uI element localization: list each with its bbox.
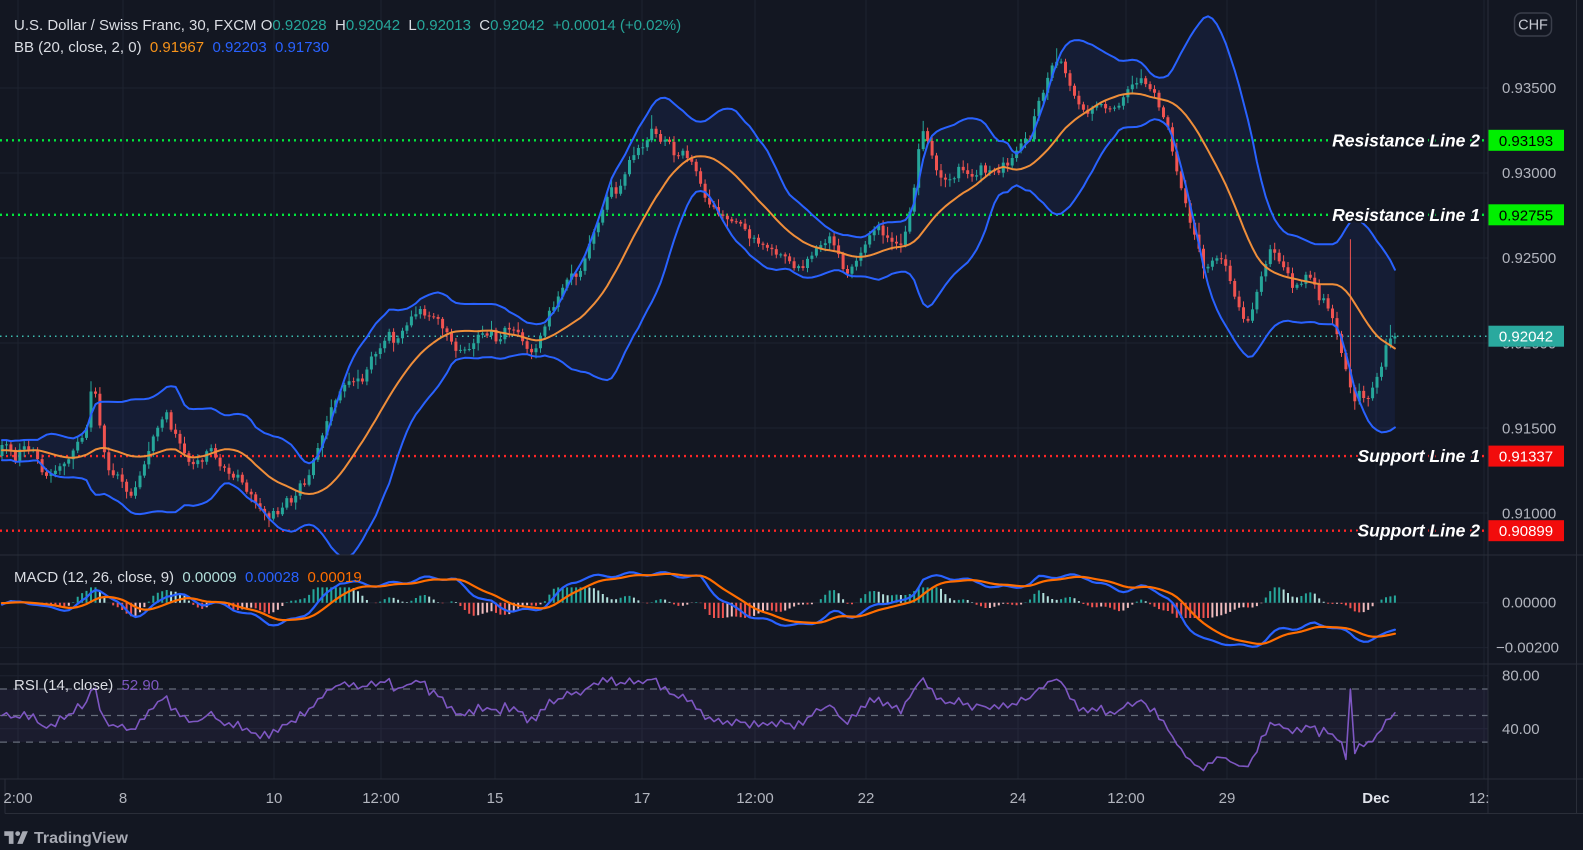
- svg-text:0.93000: 0.93000: [1502, 165, 1556, 182]
- svg-text:15: 15: [487, 790, 504, 807]
- svg-text:80.00: 80.00: [1502, 668, 1540, 685]
- svg-text:Support Line 1: Support Line 1: [1358, 446, 1481, 466]
- svg-text:U.S. Dollar / Swiss Franc, 30,: U.S. Dollar / Swiss Franc, 30, FXCM O0.9…: [14, 17, 681, 34]
- svg-text:Support Line 2: Support Line 2: [1358, 521, 1481, 541]
- svg-text:CHF: CHF: [1518, 18, 1548, 34]
- svg-text:Resistance Line 1: Resistance Line 1: [1332, 205, 1480, 225]
- svg-text:8: 8: [119, 790, 127, 807]
- svg-text:12:: 12:: [1469, 790, 1490, 807]
- svg-text:24: 24: [1010, 790, 1027, 807]
- svg-text:0.91500: 0.91500: [1502, 420, 1556, 437]
- svg-text:−0.00200: −0.00200: [1496, 640, 1559, 657]
- svg-text:MACD (12, 26, close, 9) 0.000: MACD (12, 26, close, 9) 0.00009 0.00028 …: [14, 569, 362, 586]
- svg-text:0.93500: 0.93500: [1502, 80, 1556, 97]
- svg-text:RSI (14, close) 52.90: RSI (14, close) 52.90: [14, 677, 159, 694]
- svg-text:17: 17: [634, 790, 651, 807]
- svg-text:0.91000: 0.91000: [1502, 506, 1556, 523]
- svg-text:12:00: 12:00: [736, 790, 774, 807]
- svg-text:2:00: 2:00: [3, 790, 32, 807]
- svg-text:0.90899: 0.90899: [1499, 523, 1553, 540]
- svg-text:12:00: 12:00: [362, 790, 400, 807]
- svg-text:0.00000: 0.00000: [1502, 595, 1556, 612]
- svg-text:0.92042: 0.92042: [1499, 329, 1553, 346]
- svg-text:Resistance Line 2: Resistance Line 2: [1332, 130, 1480, 150]
- svg-text:0.92755: 0.92755: [1499, 207, 1553, 224]
- svg-text:Dec: Dec: [1362, 790, 1390, 807]
- svg-text:12:00: 12:00: [1107, 790, 1145, 807]
- svg-text:40.00: 40.00: [1502, 721, 1540, 738]
- svg-text:22: 22: [858, 790, 875, 807]
- svg-text:0.92500: 0.92500: [1502, 250, 1556, 267]
- svg-text:10: 10: [266, 790, 283, 807]
- svg-text:0.93193: 0.93193: [1499, 133, 1553, 150]
- svg-text:29: 29: [1219, 790, 1236, 807]
- svg-text:BB (20, close, 2, 0) 0.91967: BB (20, close, 2, 0) 0.91967 0.92203 0.9…: [14, 39, 329, 56]
- svg-text:0.91337: 0.91337: [1499, 449, 1553, 466]
- svg-text:TradingView: TradingView: [34, 830, 129, 847]
